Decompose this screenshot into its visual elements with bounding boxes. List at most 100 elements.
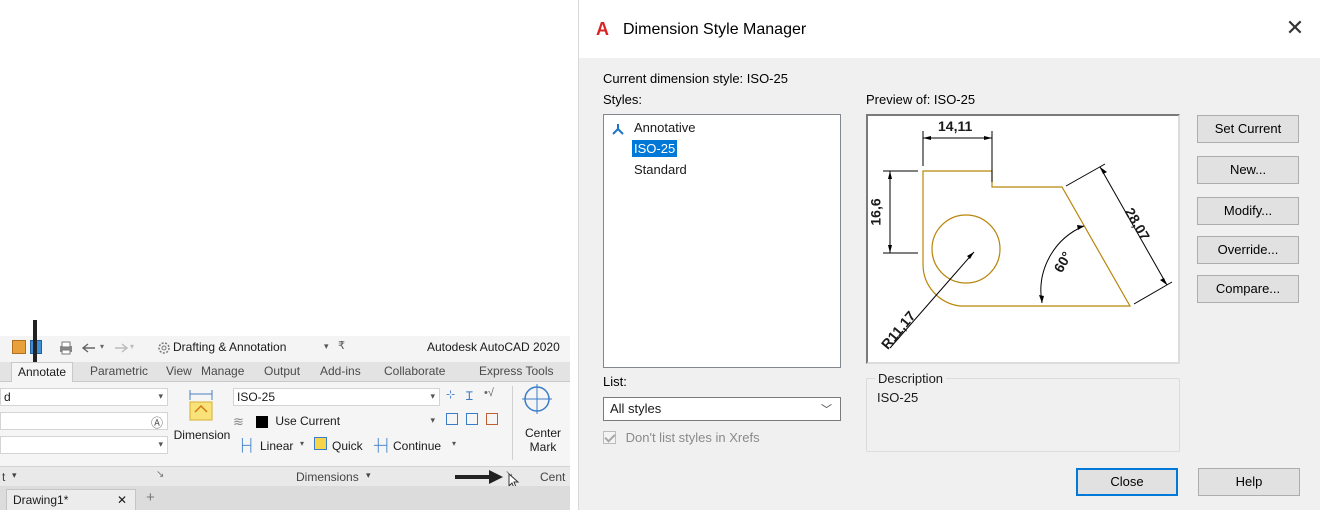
- dim-layer-value: Use Current: [275, 414, 341, 428]
- list-label: List:: [603, 374, 627, 389]
- reassociate-icon[interactable]: [486, 413, 498, 425]
- list-filter-dropdown[interactable]: All styles ﹀: [603, 397, 841, 421]
- chevron-down-icon: ▾: [158, 391, 163, 401]
- customize-qat-icon[interactable]: ₹: [338, 339, 345, 352]
- continue-chevron-down-icon[interactable]: ▾: [452, 439, 456, 448]
- compare-button[interactable]: Compare...: [1197, 275, 1299, 303]
- current-style-label: Current dimension style: ISO-25: [603, 71, 788, 86]
- ribbon-panels: d ▾ Ⓐ ▾ Dimension ISO-25 ▾ ⊹ Ɪ •√ ≋ Use …: [0, 382, 570, 466]
- text-style-value: d: [4, 390, 11, 404]
- break-icon[interactable]: Ɪ: [466, 387, 473, 404]
- tab-manage[interactable]: Manage: [201, 364, 244, 378]
- dimension-button[interactable]: Dimension: [172, 386, 232, 456]
- quick-access-toolbar: ▾ ▾ Drafting & Annotation ▾ ₹ Autodesk A…: [0, 336, 570, 362]
- xref-checkbox[interactable]: [603, 431, 616, 444]
- styles-label: Styles:: [603, 92, 643, 107]
- open-icon[interactable]: [12, 340, 26, 354]
- find-text-icon[interactable]: Ⓐ: [151, 414, 163, 429]
- inspect-icon[interactable]: [446, 413, 458, 425]
- center-mark-label-line1: Center: [524, 426, 562, 440]
- jog-line-icon[interactable]: •√: [484, 387, 494, 399]
- document-tab-label: Drawing1*: [13, 493, 69, 507]
- new-button[interactable]: New...: [1197, 156, 1299, 184]
- color-swatch: [256, 415, 268, 428]
- print-icon[interactable]: [58, 341, 74, 355]
- ribbon-tabs: Annotate Parametric View Manage Output A…: [0, 362, 570, 383]
- xref-checkbox-row: Don't list styles in Xrefs: [603, 430, 760, 445]
- linear-icon: ├┤: [238, 438, 256, 452]
- text-style-dropdown[interactable]: d ▾: [0, 388, 168, 406]
- tab-parametric[interactable]: Parametric: [90, 364, 148, 378]
- dialog-titlebar: A Dimension Style Manager ✕: [579, 0, 1320, 58]
- text-height-field[interactable]: Ⓐ: [0, 412, 168, 430]
- dimension-style-manager-dialog: A Dimension Style Manager ✕ Current dime…: [578, 0, 1320, 510]
- style-item-standard[interactable]: Standard: [632, 161, 689, 178]
- description-label: Description: [875, 371, 947, 386]
- modify-button[interactable]: Modify...: [1197, 197, 1299, 225]
- chevron-down-icon: ﹀: [821, 404, 832, 416]
- description-text: ISO-25: [877, 390, 919, 405]
- quick-icon: [314, 437, 327, 450]
- layer-icon: ≋: [233, 414, 244, 429]
- help-button[interactable]: Help: [1198, 468, 1300, 496]
- close-icon[interactable]: ✕: [117, 493, 127, 507]
- dialog-title: Dimension Style Manager: [623, 21, 807, 38]
- xref-checkbox-label: Don't list styles in Xrefs: [625, 430, 760, 445]
- dim-style-value: ISO-25: [237, 390, 276, 404]
- tab-collaborate[interactable]: Collaborate: [384, 364, 445, 378]
- dim-layer-dropdown[interactable]: Use Current ▾: [252, 412, 440, 430]
- document-tab-drawing1[interactable]: Drawing1* ✕: [6, 489, 136, 510]
- chevron-down-icon: ▾: [430, 391, 435, 401]
- dim-style-dropdown[interactable]: ISO-25 ▾: [233, 388, 440, 406]
- dim-text-left: 16,6: [867, 198, 884, 226]
- panel-title-center[interactable]: Cent: [540, 470, 565, 484]
- adjust-space-icon[interactable]: ⊹: [446, 388, 455, 401]
- style-item-annotative[interactable]: Annotative: [632, 119, 697, 136]
- tab-express-tools[interactable]: Express Tools: [479, 364, 553, 378]
- panel-title-dimensions[interactable]: Dimensions: [296, 470, 359, 484]
- dimension-label: Dimension: [173, 428, 231, 442]
- panel-titles: t ▾ ↘ Dimensions ▾ ↘ Cent: [0, 466, 570, 489]
- panel-title-chevron-down-icon[interactable]: ▾: [12, 470, 17, 481]
- tab-annotate[interactable]: Annotate: [11, 362, 74, 383]
- close-icon[interactable]: ✕: [1283, 16, 1307, 40]
- annotative-icon: [612, 124, 624, 135]
- autocad-ribbon-crop: ▾ ▾ Drafting & Annotation ▾ ₹ Autodesk A…: [0, 320, 570, 510]
- tab-view[interactable]: View: [166, 364, 192, 378]
- quick-button[interactable]: Quick: [332, 439, 363, 453]
- dialog-launcher-icon[interactable]: ↘: [156, 469, 164, 480]
- dimensions-chevron-down-icon[interactable]: ▾: [366, 470, 371, 481]
- preview-label: Preview of: ISO-25: [866, 92, 976, 107]
- linear-button[interactable]: Linear: [260, 439, 293, 453]
- continue-icon: ┼┤: [374, 438, 392, 452]
- new-tab-plus-icon[interactable]: +: [146, 489, 155, 506]
- update-icon[interactable]: [466, 413, 478, 425]
- redo-dropdown-icon[interactable]: ▾: [130, 342, 134, 351]
- list-filter-value: All styles: [610, 401, 662, 416]
- tab-output[interactable]: Output: [264, 364, 300, 378]
- chevron-down-icon: ▾: [158, 439, 163, 449]
- redo-icon[interactable]: [112, 342, 128, 354]
- panel-title-text[interactable]: t: [2, 470, 5, 484]
- center-mark-label-line2: Mark: [529, 440, 557, 454]
- dimension-icon: [189, 390, 213, 421]
- styles-list[interactable]: Annotative ISO-25 Standard: [603, 114, 841, 368]
- continue-button[interactable]: Continue: [393, 439, 441, 453]
- close-button[interactable]: Close: [1076, 468, 1178, 496]
- tab-add-ins[interactable]: Add-ins: [320, 364, 361, 378]
- style-item-iso-25[interactable]: ISO-25: [632, 140, 678, 157]
- gear-icon: [158, 342, 170, 354]
- chevron-down-icon: ▾: [430, 415, 435, 425]
- workspace-chevron-down-icon[interactable]: ▾: [324, 341, 329, 352]
- workspace-dropdown[interactable]: Drafting & Annotation: [173, 340, 286, 354]
- dimension-preview: 14,11 16,6 28,07 60° R11,17: [866, 114, 1180, 364]
- undo-dropdown-icon[interactable]: ▾: [100, 342, 104, 351]
- document-tabs: Drawing1* ✕ +: [0, 486, 570, 510]
- override-button[interactable]: Override...: [1197, 236, 1299, 264]
- undo-icon[interactable]: [82, 342, 98, 354]
- linear-chevron-down-icon[interactable]: ▾: [300, 439, 304, 448]
- autocad-logo-icon: A: [596, 19, 609, 39]
- leader-style-dropdown[interactable]: ▾: [0, 436, 168, 454]
- center-mark-button[interactable]: Center Mark: [518, 426, 568, 454]
- set-current-button[interactable]: Set Current: [1197, 115, 1299, 143]
